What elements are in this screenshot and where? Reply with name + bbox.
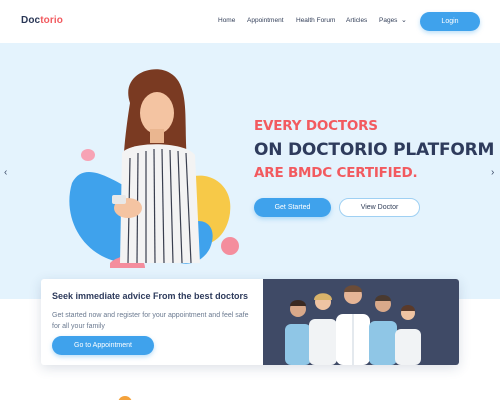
pink-blob-small — [81, 149, 95, 161]
hero-headline-line-3: ARE BMDC CERTIFIED. — [254, 165, 418, 181]
nav-health-forum[interactable]: Health Forum — [296, 17, 335, 24]
decorative-dot — [118, 396, 132, 400]
logo[interactable]: Doctorio — [21, 15, 63, 26]
hero-headline-line-2: ON DOCTORIO PLATFORM — [254, 140, 495, 160]
doctor-3 — [336, 285, 370, 365]
neck — [150, 129, 164, 143]
view-doctor-button[interactable]: View Doctor — [339, 198, 420, 217]
logo-part-1: Doc — [21, 15, 41, 26]
phone — [112, 195, 126, 204]
logo-part-2: torio — [40, 15, 63, 26]
nav-appointment[interactable]: Appointment — [247, 17, 284, 24]
doctor-5 — [395, 305, 421, 365]
doctor-1 — [285, 300, 311, 365]
doctors-group-photo — [263, 279, 459, 365]
advice-card: Seek immediate advice From the best doct… — [41, 279, 459, 365]
advice-card-title: Seek immediate advice From the best doct… — [52, 291, 249, 301]
hero-headline-line-1: EVERY DOCTORS — [254, 118, 378, 134]
doctor-2 — [309, 293, 337, 365]
nav-home[interactable]: Home — [218, 17, 235, 24]
chevron-down-icon: ⌄ — [401, 17, 407, 24]
hero-section: ‹ › EVERY DOCTORS ON DOCTORIO PLATFORM A… — [0, 43, 500, 299]
get-started-button[interactable]: Get Started — [254, 198, 331, 217]
doctors-illustration — [285, 285, 421, 365]
face — [140, 92, 174, 134]
advice-card-text: Get started now and register for your ap… — [52, 312, 249, 330]
go-to-appointment-button[interactable]: Go to Appointment — [52, 336, 154, 355]
chevron-left-icon[interactable]: ‹ — [4, 167, 7, 178]
hero-illustration — [69, 69, 239, 268]
nav-pages-dropdown[interactable]: Pages ⌄ — [379, 17, 407, 24]
login-button[interactable]: Login — [420, 12, 480, 31]
pink-blob-right — [221, 237, 239, 255]
site-header: Doctorio Home Appointment Health Forum A… — [0, 0, 500, 43]
nav-pages-label: Pages — [379, 17, 398, 24]
chevron-right-icon[interactable]: › — [491, 167, 494, 178]
doctor-4 — [369, 295, 397, 365]
nav-articles[interactable]: Articles — [346, 17, 367, 24]
